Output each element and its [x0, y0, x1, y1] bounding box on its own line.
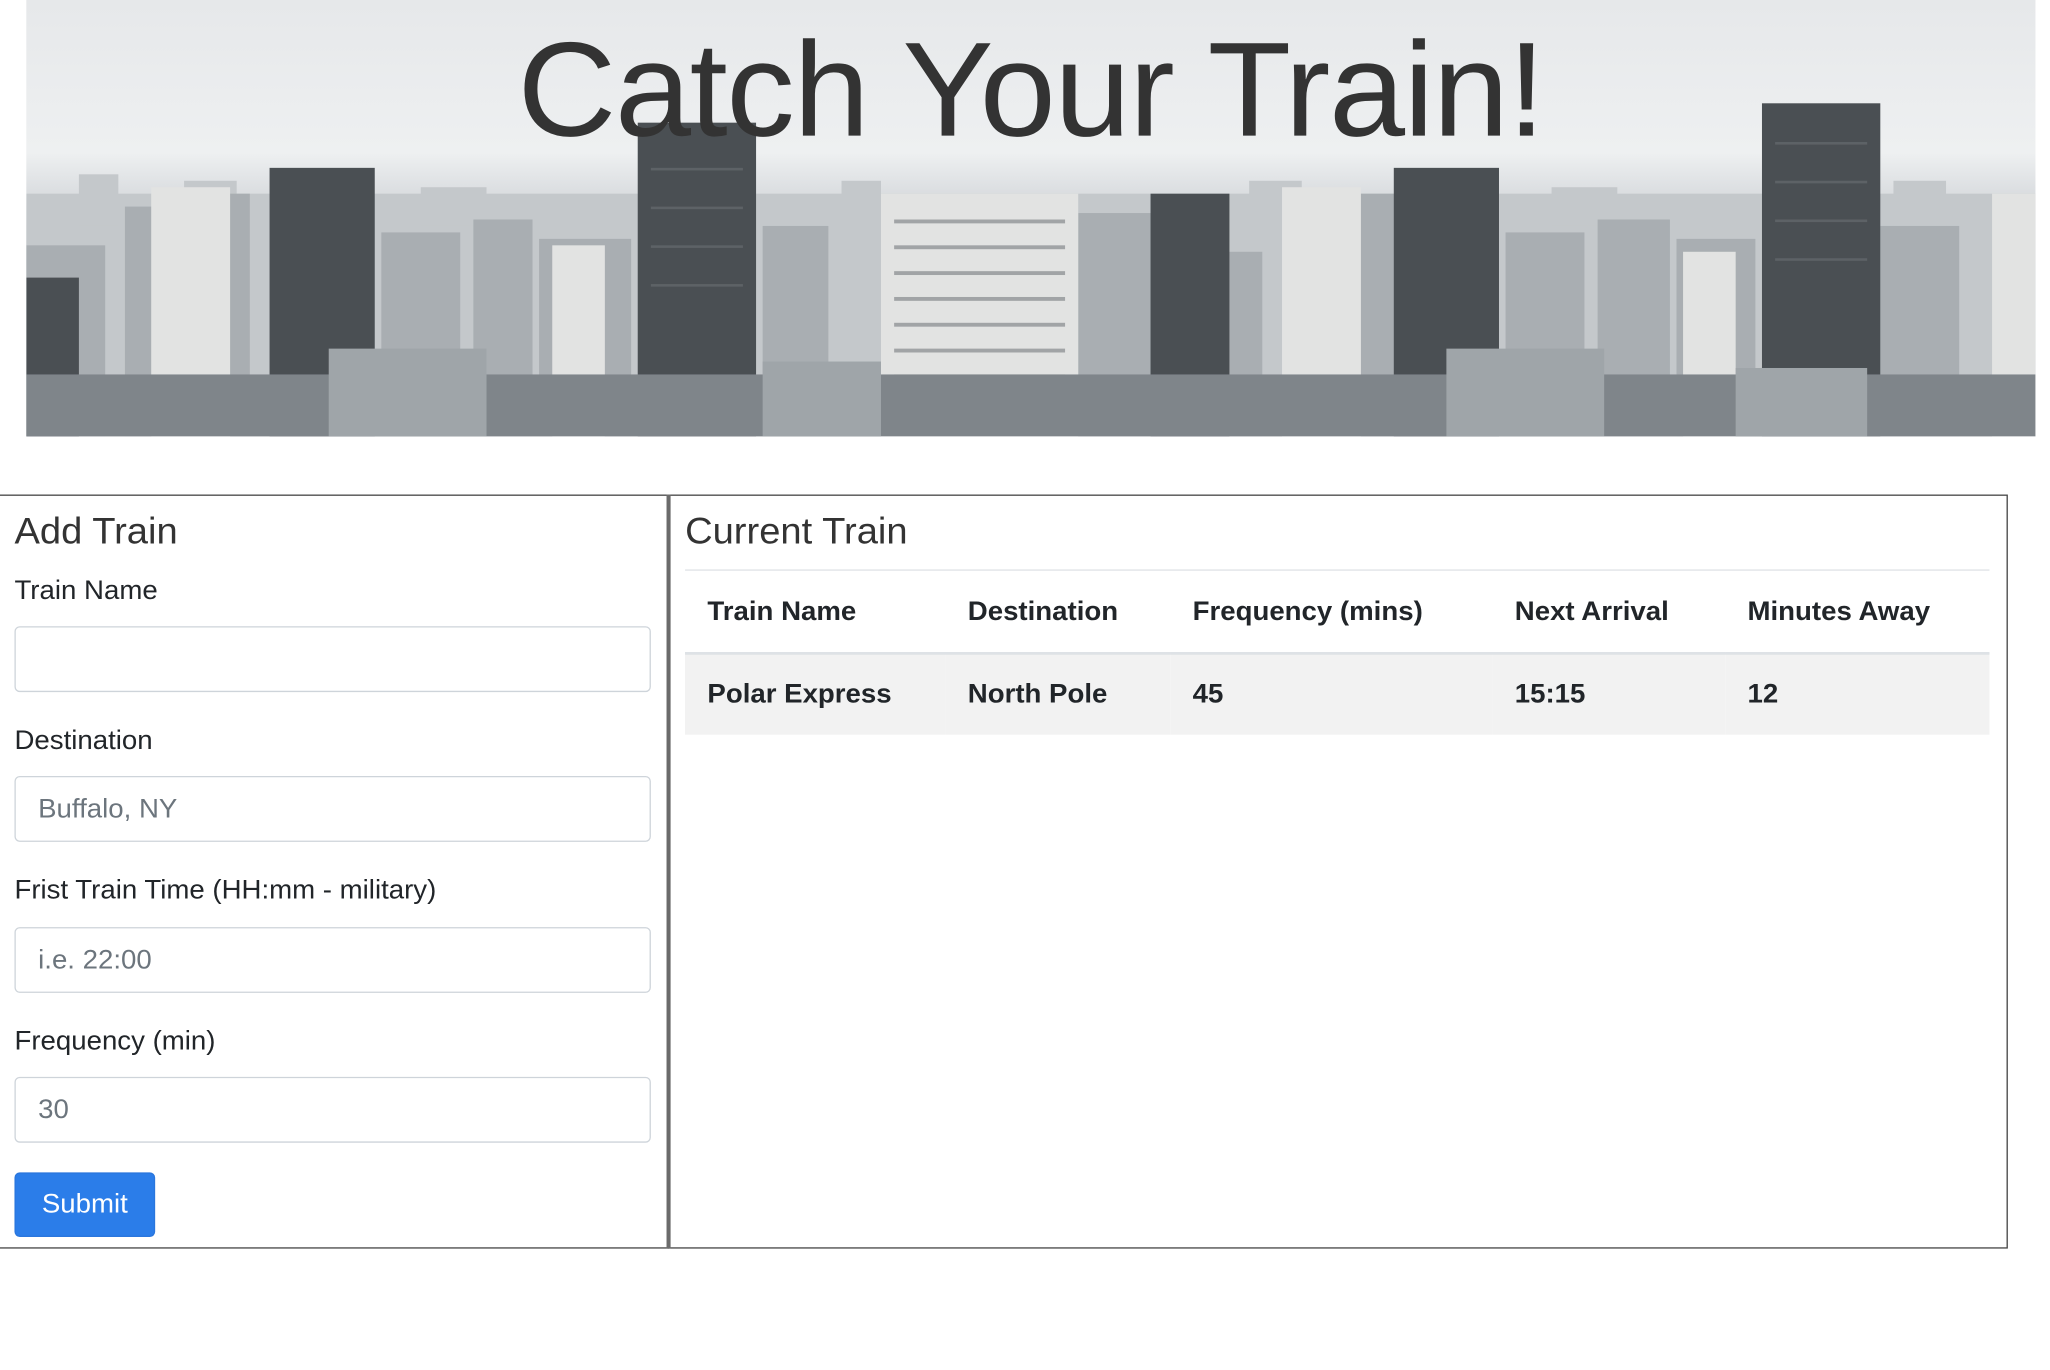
- table-header-row: Train Name Destination Frequency (mins) …: [685, 570, 1990, 655]
- first-train-time-label: Frist Train Time (HH:mm - military): [14, 875, 437, 906]
- column-header: Next Arrival: [1492, 570, 1726, 655]
- destination-label: Destination: [14, 725, 153, 756]
- cell-frequency: 45: [1192, 679, 1224, 709]
- submit-button[interactable]: Submit: [14, 1172, 156, 1237]
- trains-table: Train Name Destination Frequency (mins) …: [685, 570, 1990, 735]
- cell-next-arrival: 15:15: [1514, 679, 1586, 709]
- page-title: Catch Your Train!: [517, 15, 1546, 166]
- cell-destination: North Pole: [967, 679, 1108, 709]
- current-train-heading: Current Train: [685, 511, 908, 553]
- destination-input[interactable]: [14, 776, 651, 842]
- add-train-panel: Add Train Train Name Destination Frist T…: [0, 494, 670, 1249]
- current-train-panel: Current Train Train Name Destination Fre…: [665, 493, 2008, 1249]
- add-train-heading: Add Train: [14, 511, 178, 553]
- first-train-time-input[interactable]: [14, 927, 651, 993]
- train-name-input[interactable]: [14, 626, 651, 693]
- column-header: Frequency (mins): [1170, 570, 1493, 655]
- table-row: Polar Express North Pole 45 15:15 12: [685, 653, 1990, 735]
- train-name-label: Train Name: [14, 575, 158, 606]
- cell-minutes-away: 12: [1747, 679, 1779, 709]
- column-header: Destination: [945, 570, 1171, 655]
- cell-train-name: Polar Express: [707, 679, 892, 709]
- column-header: Train Name: [685, 570, 946, 655]
- header-banner: Catch Your Train!: [26, 0, 2036, 437]
- column-header: Minutes Away: [1725, 570, 1990, 655]
- frequency-input[interactable]: [14, 1076, 651, 1143]
- frequency-label: Frequency (min): [14, 1026, 216, 1057]
